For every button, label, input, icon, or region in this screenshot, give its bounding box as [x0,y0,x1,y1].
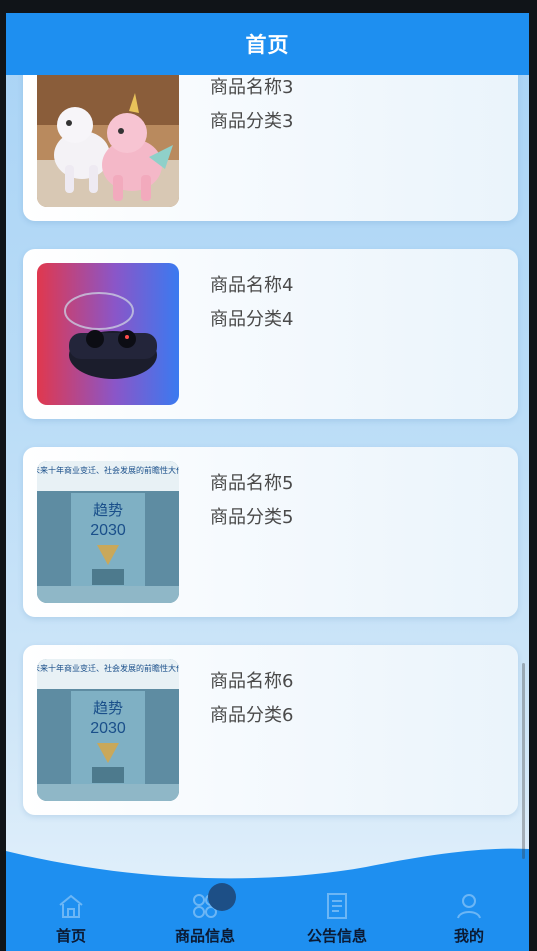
phone-frame: 首页 商品名称3 商品分类3 商品名称4 商品分类4 未来十年商业变迁、社会发展… [0,0,537,951]
product-info: 商品名称6 商品分类6 [210,665,293,733]
product-info: 商品名称5 商品分类5 [210,467,293,535]
tab-mine[interactable]: 我的 [414,891,524,951]
product-card[interactable]: 未来十年商业变迁、社会发展的前瞻性大作 趋势 2030 商品名称5 商品分类5 [23,447,518,617]
floating-dot-button[interactable] [208,883,236,911]
product-name: 商品名称3 [210,77,294,98]
wireless-earbuds-case-image [37,263,179,405]
tab-notices[interactable]: 公告信息 [282,891,392,951]
trend-2030-book-cover-image: 未来十年商业变迁、社会发展的前瞻性大作 趋势 2030 [37,659,179,801]
product-image[interactable] [37,65,179,207]
tab-label: 首页 [55,927,86,945]
svg-text:未来十年商业变迁、社会发展的前瞻性大作: 未来十年商业变迁、社会发展的前瞻性大作 [37,663,179,673]
product-card[interactable]: 未来十年商业变迁、社会发展的前瞻性大作 趋势 2030 商品名称6 商品分类6 [23,645,518,815]
trend-2030-book-cover-image: 未来十年商业变迁、社会发展的前瞻性大作 趋势 2030 [37,461,179,603]
bottom-tab-bar: 首页 商品信息 公告信息 我的 [6,887,529,951]
top-nav-bar: 首页 [6,13,529,75]
product-category: 商品分类6 [210,705,294,726]
unicorn-plush-toy-image [37,65,179,207]
tab-products[interactable]: 商品信息 [150,891,260,951]
svg-text:2030: 2030 [90,720,126,737]
user-icon [457,894,481,919]
decorative-wave [6,848,529,893]
product-name: 商品名称5 [210,473,294,494]
svg-text:未来十年商业变迁、社会发展的前瞻性大作: 未来十年商业变迁、社会发展的前瞻性大作 [37,465,179,475]
home-icon [59,894,83,918]
product-card[interactable]: 商品名称3 商品分类3 [23,51,518,221]
product-info: 商品名称4 商品分类4 [210,269,293,337]
product-category: 商品分类5 [210,507,294,528]
product-category: 商品分类4 [210,309,294,330]
tab-home[interactable]: 首页 [16,891,126,951]
svg-text:趋势: 趋势 [93,700,123,717]
tab-label: 商品信息 [174,927,235,945]
svg-text:趋势: 趋势 [93,502,123,519]
app-screen: 首页 商品名称3 商品分类3 商品名称4 商品分类4 未来十年商业变迁、社会发展… [6,13,529,951]
svg-text:2030: 2030 [90,522,126,539]
tab-label: 我的 [453,927,484,945]
product-category: 商品分类3 [210,111,294,132]
product-info: 商品名称3 商品分类3 [210,71,293,139]
notice-icon [327,893,347,919]
product-name: 商品名称4 [210,275,294,296]
tab-label: 公告信息 [306,927,367,945]
product-image[interactable] [37,263,179,405]
page-title: 首页 [245,33,290,57]
product-image[interactable]: 未来十年商业变迁、社会发展的前瞻性大作 趋势 2030 [37,461,179,603]
product-card[interactable]: 商品名称4 商品分类4 [23,249,518,419]
product-image[interactable]: 未来十年商业变迁、社会发展的前瞻性大作 趋势 2030 [37,659,179,801]
product-name: 商品名称6 [210,671,294,692]
scrollbar[interactable] [522,663,525,859]
